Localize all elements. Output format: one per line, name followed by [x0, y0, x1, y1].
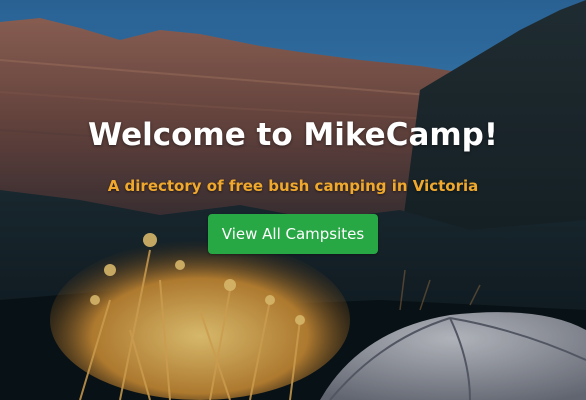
- view-all-campsites-button[interactable]: View All Campsites: [207, 214, 379, 254]
- hero-subtitle: A directory of free bush camping in Vict…: [107, 177, 479, 195]
- hero-section: Welcome to MikeCamp! A directory of free…: [0, 0, 586, 400]
- hero-content: Welcome to MikeCamp! A directory of free…: [0, 114, 586, 254]
- hero-title: Welcome to MikeCamp!: [87, 117, 499, 153]
